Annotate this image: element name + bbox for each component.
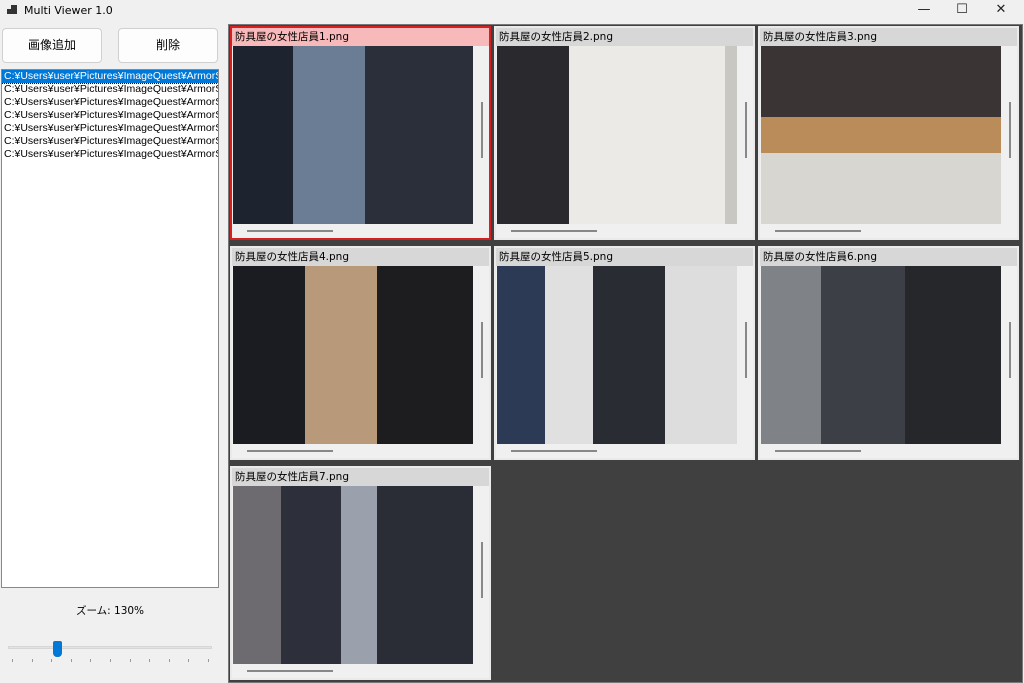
image-tile[interactable]: 防具屋の女性店員4.png <box>230 246 491 460</box>
image-preview <box>761 266 1001 444</box>
delete-button[interactable]: 削除 <box>118 28 218 63</box>
horizontal-scrollbar[interactable] <box>511 230 597 232</box>
image-preview <box>233 266 473 444</box>
image-preview <box>761 46 1001 224</box>
horizontal-scrollbar[interactable] <box>775 230 861 232</box>
image-preview <box>497 46 737 224</box>
horizontal-scrollbar[interactable] <box>247 670 333 672</box>
slider-tick <box>70 659 72 662</box>
vertical-scrollbar[interactable] <box>745 102 747 158</box>
zoom-slider-thumb[interactable] <box>53 641 62 657</box>
vertical-scrollbar[interactable] <box>481 322 483 378</box>
vertical-scrollbar[interactable] <box>1009 322 1011 378</box>
slider-tick <box>208 659 209 662</box>
title-bar: Multi Viewer 1.0 — ☐ ✕ <box>0 0 1024 22</box>
image-caption: 防具屋の女性店員2.png <box>496 28 753 46</box>
image-preview <box>233 46 473 224</box>
file-list-item[interactable]: C:¥Users¥user¥Pictures¥ImageQuest¥ArmorS… <box>2 96 218 109</box>
image-tile[interactable]: 防具屋の女性店員5.png <box>494 246 755 460</box>
slider-tick <box>129 659 131 662</box>
slider-tick <box>31 659 33 662</box>
file-list-item[interactable]: C:¥Users¥user¥Pictures¥ImageQuest¥ArmorS… <box>2 83 218 96</box>
close-button[interactable]: ✕ <box>983 0 1019 22</box>
horizontal-scrollbar[interactable] <box>775 450 861 452</box>
file-list-item[interactable]: C:¥Users¥user¥Pictures¥ImageQuest¥ArmorS… <box>2 148 218 161</box>
slider-tick <box>90 659 92 662</box>
vertical-scrollbar[interactable] <box>481 102 483 158</box>
image-caption: 防具屋の女性店員1.png <box>232 28 489 46</box>
file-list-item[interactable]: C:¥Users¥user¥Pictures¥ImageQuest¥ArmorS… <box>2 70 218 84</box>
image-tile[interactable]: 防具屋の女性店員6.png <box>758 246 1019 460</box>
app-icon <box>7 5 17 15</box>
vertical-scrollbar[interactable] <box>1009 102 1011 158</box>
slider-tick <box>12 659 13 662</box>
image-preview <box>497 266 737 444</box>
image-tile[interactable]: 防具屋の女性店員1.png <box>230 26 491 240</box>
file-list[interactable]: C:¥Users¥user¥Pictures¥ImageQuest¥ArmorS… <box>1 69 219 588</box>
maximize-button[interactable]: ☐ <box>944 0 980 22</box>
image-preview <box>233 486 473 664</box>
image-tile[interactable]: 防具屋の女性店員3.png <box>758 26 1019 240</box>
horizontal-scrollbar[interactable] <box>247 230 333 232</box>
image-caption: 防具屋の女性店員5.png <box>496 248 753 266</box>
slider-tick <box>149 659 151 662</box>
slider-tick <box>188 659 190 662</box>
file-list-item[interactable]: C:¥Users¥user¥Pictures¥ImageQuest¥ArmorS… <box>2 135 218 148</box>
image-grid: 防具屋の女性店員1.png 防具屋の女性店員2.png 防具屋の女性店員3.pn… <box>228 24 1023 683</box>
slider-tick <box>110 659 111 662</box>
minimize-button[interactable]: — <box>906 0 942 22</box>
zoom-label: ズーム: 130% <box>75 605 145 617</box>
file-list-item[interactable]: C:¥Users¥user¥Pictures¥ImageQuest¥ArmorS… <box>2 109 218 122</box>
file-list-item[interactable]: C:¥Users¥user¥Pictures¥ImageQuest¥ArmorS… <box>2 122 218 135</box>
slider-tick <box>168 659 170 662</box>
horizontal-scrollbar[interactable] <box>511 450 597 452</box>
horizontal-scrollbar[interactable] <box>247 450 333 452</box>
vertical-scrollbar[interactable] <box>481 542 483 598</box>
zoom-slider-track[interactable] <box>8 646 212 649</box>
image-caption: 防具屋の女性店員4.png <box>232 248 489 266</box>
slider-tick <box>51 659 53 662</box>
image-caption: 防具屋の女性店員7.png <box>232 468 489 486</box>
image-tile[interactable]: 防具屋の女性店員7.png <box>230 466 491 680</box>
vertical-scrollbar[interactable] <box>745 322 747 378</box>
add-image-button[interactable]: 画像追加 <box>2 28 102 63</box>
window-title: Multi Viewer 1.0 <box>24 4 113 17</box>
image-caption: 防具屋の女性店員6.png <box>760 248 1017 266</box>
image-caption: 防具屋の女性店員3.png <box>760 28 1017 46</box>
image-tile[interactable]: 防具屋の女性店員2.png <box>494 26 755 240</box>
